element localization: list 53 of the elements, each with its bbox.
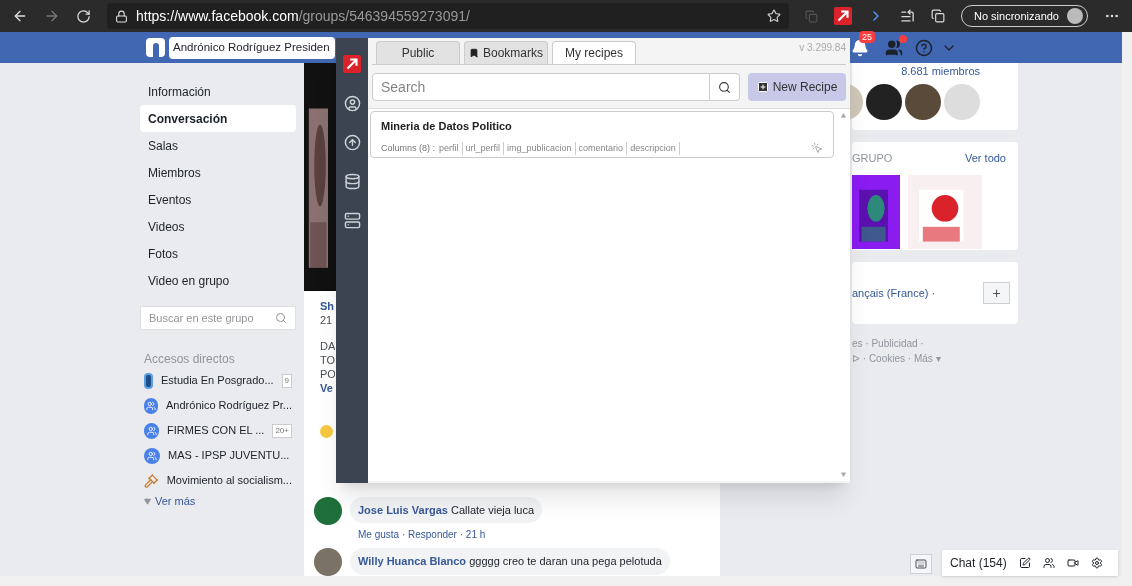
see-more-link[interactable]: Ver más [140,493,296,510]
group-search-box[interactable]: Buscar en este grupo [140,306,296,330]
column-name: descripcion [630,141,680,155]
comment-bubble: Jose Luis Vargas Callate vieja luca [350,496,543,523]
nav-item[interactable]: Información [140,78,296,105]
nav-item[interactable]: Fotos [140,240,296,267]
tab[interactable]: My recipes [552,41,636,64]
shortcut-item[interactable]: Estudia En Posgrado... 9 [140,368,296,393]
nav-item[interactable]: Salas [140,132,296,159]
unread-count: 9 [281,373,292,388]
shortcut-item[interactable]: MAS - IPSP JUVENTU... [140,443,296,468]
unread-count: 20+ [272,423,292,438]
see-all-link[interactable]: Ver todo [965,150,1006,167]
chat-bar[interactable]: Chat (154) [942,550,1118,576]
new-recipe-button[interactable]: New Recipe [748,73,846,101]
comment-bubble: Willy Huanca Blanco ggggg creo te daran una pega pelotuda [350,548,670,575]
columns-label: Columns (8) : [381,141,435,155]
post-text: DA [320,338,335,353]
url-text: https://www.facebook.com/groups/546394559273091/ [136,6,470,26]
facebook-search-field[interactable]: Andrónico Rodríguez Presiden [169,36,335,59]
post-text: Sh [320,298,335,313]
post-text: TO [320,352,335,367]
post-text: Ve [320,380,334,395]
tab[interactable]: Public [376,41,460,64]
comment-actions: Me gusta · Responder · 21 h [357,528,487,542]
recipe-title: Mineria de Datos Politico [381,119,513,134]
column-name: url_perfil [465,141,505,155]
column-name: img_publicacion [507,141,576,155]
address-bar[interactable]: https://www.facebook.com/groups/546394559273091/ [107,3,789,29]
footer-links: es · Publicidad · [852,337,925,351]
section-heading: Accesos directos [143,351,236,368]
post-text: PO [320,366,335,381]
nav-item[interactable]: Eventos [140,186,296,213]
section-heading: GRUPO [852,151,893,166]
language-link[interactable]: ançais (France) · [852,284,936,302]
column-name: comentario [578,141,628,155]
nav-item[interactable]: Conversación [140,105,296,132]
version-label: v 3.299.84 [799,41,846,55]
members-count: 8.681 miembros [901,64,980,79]
nav-item[interactable]: Miembros [140,159,296,186]
nav-item[interactable]: Video en grupo [140,267,296,294]
tab[interactable]: Bookmarks [464,41,548,64]
footer-links: ᐅ · Cookies · Más ▾ [852,352,942,366]
shortcut-item[interactable]: FIRMES CON EL ... 20+ [140,418,296,443]
recipe-card[interactable]: Mineria de Datos Politico Columns (8) : perfil url_perfil img_publicacion comentario descripcion [370,111,834,158]
column-name: perfil [439,141,463,155]
nav-item[interactable]: Videos [140,213,296,240]
shortcut-item[interactable]: Movimiento al socialism... [140,468,296,493]
shortcut-item[interactable]: Andrónico Rodríguez Pr... [140,393,296,418]
add-language-button[interactable]: + [983,282,1010,304]
recipe-search-field[interactable]: Search [372,73,710,101]
group-search-input[interactable]: Buscar en este grupo [149,309,275,327]
post-text: 21 [320,312,334,327]
